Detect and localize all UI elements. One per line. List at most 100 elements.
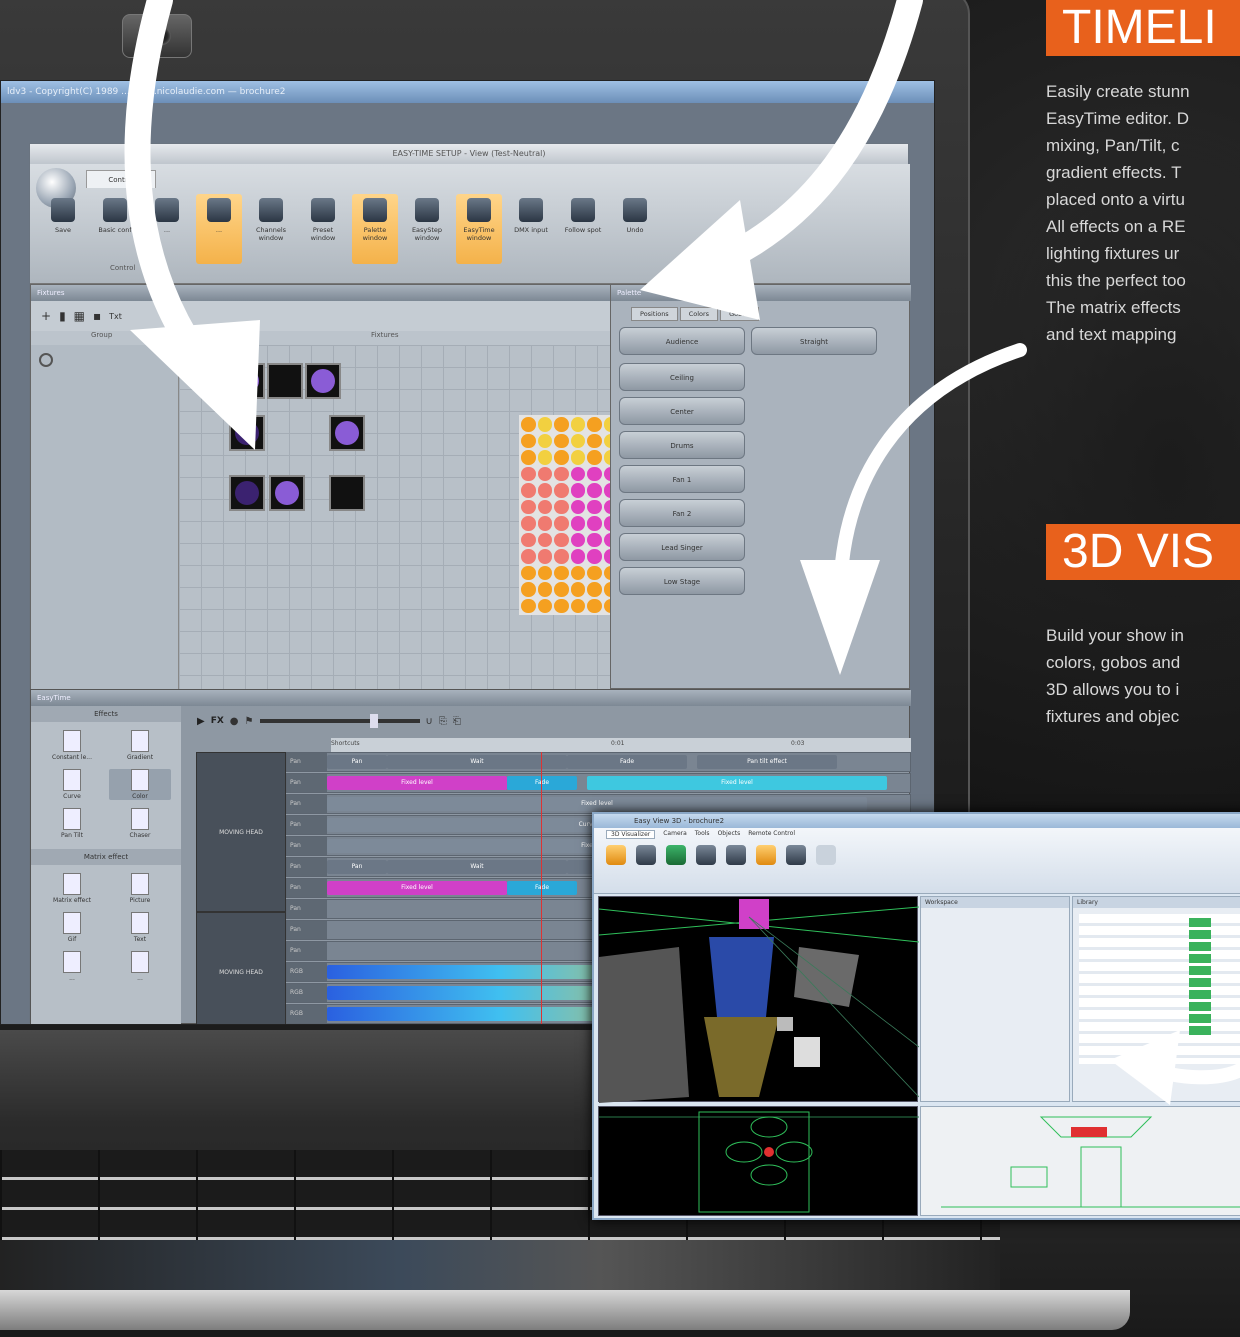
grid-icon[interactable]: ▦ bbox=[74, 309, 85, 323]
fixture-7[interactable] bbox=[329, 475, 365, 511]
marker-icon[interactable]: ⚑ bbox=[245, 716, 254, 727]
ribbon-button-0[interactable]: Save bbox=[40, 194, 86, 264]
magnet-icon[interactable]: ∪ bbox=[426, 716, 433, 727]
settings-icon[interactable] bbox=[786, 845, 806, 865]
ribbon-button-label: Save bbox=[55, 226, 71, 234]
ribbon-button-1[interactable]: Basic conf bbox=[92, 194, 138, 264]
palette-button-low-stage[interactable]: Low Stage bbox=[619, 567, 745, 595]
effect-icon bbox=[63, 951, 81, 973]
add-icon[interactable]: + bbox=[41, 309, 51, 323]
record-icon[interactable]: ● bbox=[230, 716, 239, 727]
palette-button-audience[interactable]: Audience bbox=[619, 327, 745, 355]
ribbon-button-7[interactable]: EasyStep window bbox=[404, 194, 450, 264]
timeline-clip[interactable]: Fixed level bbox=[327, 797, 867, 811]
effect-item[interactable]: Color bbox=[109, 769, 171, 800]
add-group-icon[interactable] bbox=[39, 353, 53, 367]
viewport-perspective[interactable] bbox=[598, 896, 920, 1103]
ribbon-button-2[interactable]: ... bbox=[144, 194, 190, 264]
visualizer-tab[interactable]: Tools bbox=[695, 830, 710, 839]
timeline-clip[interactable]: Fixed level bbox=[327, 881, 507, 895]
timeline-clip[interactable]: Fixed level bbox=[587, 776, 887, 790]
text-toggle[interactable]: Txt bbox=[109, 312, 122, 321]
timeline-row[interactable]: PanPanWaitFadePan tilt effect bbox=[286, 752, 911, 772]
ribbon-button-4[interactable]: Channels window bbox=[248, 194, 294, 264]
timeline-clip[interactable]: Fixed level bbox=[327, 776, 507, 790]
visualizer-tab[interactable]: Camera bbox=[663, 830, 687, 839]
effect-item[interactable]: Gradient bbox=[109, 730, 171, 761]
paste-icon[interactable]: ⎗ bbox=[453, 716, 461, 727]
visualizer-tab[interactable]: Remote Control bbox=[748, 830, 795, 839]
grid-small-icon[interactable]: ▪ bbox=[93, 309, 101, 323]
palette-button-fan-2[interactable]: Fan 2 bbox=[619, 499, 745, 527]
ribbon-button-3[interactable]: ... bbox=[196, 194, 242, 264]
effect-item[interactable]: Chaser bbox=[109, 808, 171, 839]
fixture-icon[interactable]: ▮ bbox=[59, 309, 66, 323]
timeline-clip[interactable]: Pan bbox=[327, 860, 387, 874]
palette-tab-positions[interactable]: Positions bbox=[631, 307, 678, 321]
zoom-slider[interactable] bbox=[259, 714, 420, 728]
viewport-top[interactable] bbox=[598, 1106, 919, 1216]
timeline-clip[interactable]: Pan bbox=[327, 755, 387, 769]
timeline-ruler[interactable]: Shortcuts0:010:030:05 bbox=[331, 738, 911, 752]
ribbon-button-8[interactable]: EasyTime window bbox=[456, 194, 502, 264]
palette-tab-gobos[interactable]: Gobos bbox=[720, 307, 759, 321]
visualizer-tab[interactable]: Objects bbox=[718, 830, 741, 839]
ribbon-button-6[interactable]: Palette window bbox=[352, 194, 398, 264]
palette-button-fan-1[interactable]: Fan 1 bbox=[619, 465, 745, 493]
palette-button-straight[interactable]: Straight bbox=[751, 327, 877, 355]
copy-icon[interactable]: ⎘ bbox=[439, 716, 447, 727]
effect-item[interactable]: Constant le... bbox=[41, 730, 103, 761]
visualizer-tab[interactable]: 3D Visualizer bbox=[606, 830, 656, 839]
fixture-6[interactable] bbox=[269, 475, 305, 511]
effect-item[interactable]: Pan Tilt bbox=[41, 808, 103, 839]
library-list[interactable] bbox=[1079, 914, 1240, 1064]
matrix-pixel bbox=[521, 549, 536, 564]
effect-item[interactable]: Text bbox=[109, 912, 171, 943]
render-icon[interactable] bbox=[606, 845, 626, 865]
fixture-5[interactable] bbox=[229, 475, 265, 511]
viewport-front[interactable] bbox=[920, 1106, 1240, 1216]
ribbon-button-10[interactable]: Follow spot bbox=[560, 194, 606, 264]
effect-item[interactable]: Gif bbox=[41, 912, 103, 943]
camera-icon[interactable] bbox=[636, 845, 656, 865]
timeline-clip[interactable]: Fade bbox=[507, 881, 577, 895]
playhead[interactable] bbox=[541, 752, 542, 1024]
effect-item[interactable]: Curve bbox=[41, 769, 103, 800]
timeline-clip[interactable]: Wait bbox=[387, 755, 567, 769]
palette-tab-colors[interactable]: Colors bbox=[679, 307, 719, 321]
object-icon[interactable] bbox=[756, 845, 776, 865]
timeline-clip[interactable]: Fade bbox=[507, 776, 577, 790]
palette-button-lead-singer[interactable]: Lead Singer bbox=[619, 533, 745, 561]
group-moving-head-2[interactable]: MOVING HEAD bbox=[196, 912, 286, 1024]
fixture-4[interactable] bbox=[329, 415, 365, 451]
play-icon[interactable]: ▶ bbox=[197, 716, 205, 727]
fixture-1[interactable] bbox=[267, 363, 303, 399]
timeline-row[interactable]: PanFixed level bbox=[286, 794, 911, 814]
effect-item[interactable]: ... bbox=[109, 951, 171, 982]
effect-item[interactable]: Picture bbox=[109, 873, 171, 904]
spot-icon[interactable] bbox=[726, 845, 746, 865]
fixture-2[interactable] bbox=[305, 363, 341, 399]
timeline-clip[interactable]: Wait bbox=[387, 860, 567, 874]
effect-item[interactable]: Matrix effect bbox=[41, 873, 103, 904]
palette-button-ceiling[interactable]: Ceiling bbox=[619, 363, 745, 391]
matrix-pixel bbox=[537, 450, 552, 465]
fixtures-toolbar: + ▮ ▦ ▪ Txt bbox=[31, 301, 611, 331]
timeline-clip[interactable]: Pan tilt effect bbox=[697, 755, 837, 769]
ribbon-button-9[interactable]: DMX input bbox=[508, 194, 554, 264]
palette-button-center[interactable]: Center bbox=[619, 397, 745, 425]
fixture-3[interactable] bbox=[229, 415, 265, 451]
fx-icon[interactable]: FX bbox=[211, 716, 224, 726]
timeline-row[interactable]: PanFixed levelFadeFixed level bbox=[286, 773, 911, 793]
fixture-0[interactable] bbox=[229, 363, 265, 399]
fixture-add-icon[interactable] bbox=[696, 845, 716, 865]
palette-button-drums[interactable]: Drums bbox=[619, 431, 745, 459]
ribbon-button-5[interactable]: Preset window bbox=[300, 194, 346, 264]
effect-item[interactable]: ... bbox=[41, 951, 103, 982]
timeline-clip[interactable]: Fade bbox=[567, 755, 687, 769]
ribbon-button-11[interactable]: Undo bbox=[612, 194, 658, 264]
ribbon-tab-control[interactable]: Control bbox=[86, 170, 156, 188]
stage-icon[interactable] bbox=[666, 845, 686, 865]
group-moving-head-1[interactable]: MOVING HEAD bbox=[196, 752, 286, 912]
undo-icon[interactable] bbox=[816, 845, 836, 865]
